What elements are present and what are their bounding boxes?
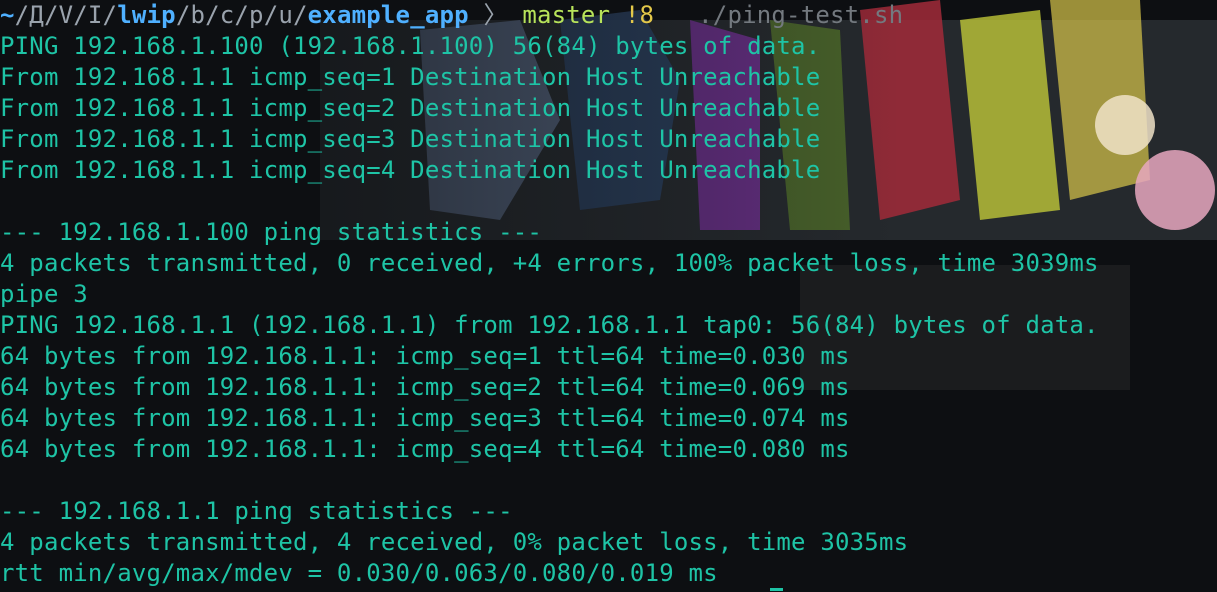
output-line: 64 bytes from 192.168.1.1: icmp_seq=3 tt… — [0, 404, 850, 432]
entered-command: ./ping-test.sh — [698, 1, 904, 29]
prompt-path-segment: /Д/V/I/ — [14, 1, 118, 29]
output-line: 64 bytes from 192.168.1.1: icmp_seq=1 tt… — [0, 342, 850, 370]
shell-prompt: ~/Д/V/I/lwip/b/c/p/u/example_app 〉 maste… — [0, 0, 1217, 31]
output-line: 64 bytes from 192.168.1.1: icmp_seq=2 tt… — [0, 373, 850, 401]
output-line: From 192.168.1.1 icmp_seq=3 Destination … — [0, 125, 821, 153]
terminal-window[interactable]: ~/Д/V/I/lwip/b/c/p/u/example_app 〉 maste… — [0, 0, 1217, 592]
git-dirty-count: !8 — [624, 1, 655, 29]
prompt-home: ~ — [0, 1, 15, 29]
terminal-cursor — [770, 588, 783, 591]
prompt-current-dir: example_app — [307, 1, 469, 29]
prompt-path-segment-bold: lwip — [117, 1, 176, 29]
output-line: From 192.168.1.1 icmp_seq=1 Destination … — [0, 63, 821, 91]
output-line: PING 192.168.1.1 (192.168.1.1) from 192.… — [0, 311, 1099, 339]
terminal-output: ~/Д/V/I/lwip/b/c/p/u/example_app 〉 maste… — [0, 0, 1217, 589]
output-line: PING 192.168.1.100 (192.168.1.100) 56(84… — [0, 32, 821, 60]
output-line: rtt min/avg/max/mdev = 0.030/0.063/0.080… — [0, 559, 718, 587]
output-line: --- 192.168.1.100 ping statistics --- — [0, 218, 543, 246]
output-line: From 192.168.1.1 icmp_seq=4 Destination … — [0, 156, 821, 184]
output-line: --- 192.168.1.1 ping statistics --- — [0, 497, 513, 525]
output-line: 4 packets transmitted, 4 received, 0% pa… — [0, 528, 909, 556]
git-branch: master — [522, 1, 611, 29]
output-line: From 192.168.1.1 icmp_seq=2 Destination … — [0, 94, 821, 122]
output-line: 64 bytes from 192.168.1.1: icmp_seq=4 tt… — [0, 435, 850, 463]
output-line: 4 packets transmitted, 0 received, +4 er… — [0, 249, 1099, 277]
prompt-path-segment: /b/c/p/u/ — [175, 1, 308, 29]
output-line: pipe 3 — [0, 280, 88, 308]
prompt-separator-icon: 〉 — [483, 1, 508, 29]
